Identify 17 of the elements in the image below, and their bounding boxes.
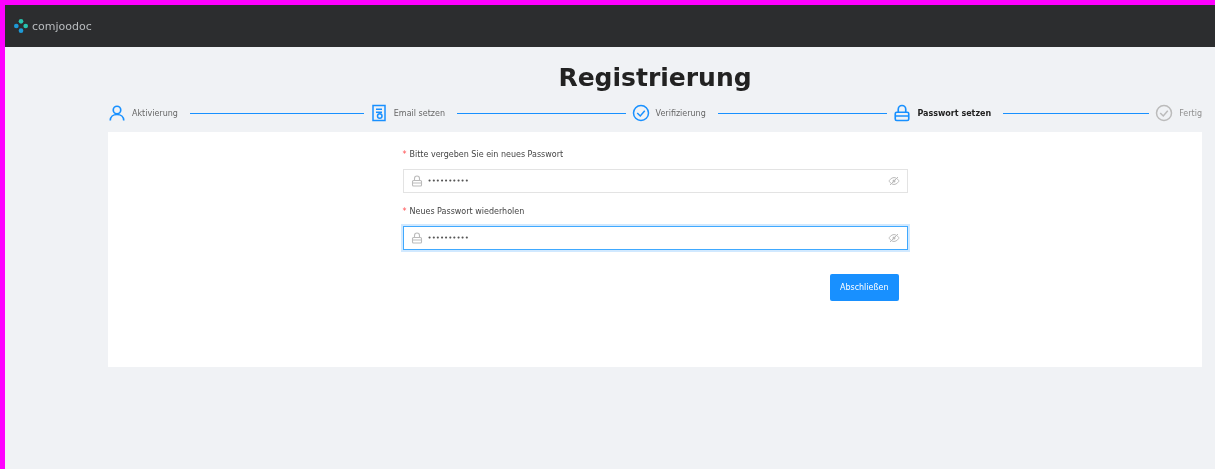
submit-button[interactable]: Abschließen: [829, 274, 899, 301]
brand-name: comjoodoc: [32, 19, 92, 33]
eye-slash-icon: [887, 175, 900, 187]
lock-icon: [410, 175, 423, 187]
lock-icon: [410, 232, 423, 244]
field-label: Neues Passwort wiederholen: [409, 207, 525, 216]
field-label: Bitte vergeben Sie ein neues Passwort: [409, 150, 564, 159]
required-mark: *: [402, 150, 407, 159]
eye-slash-icon: [887, 232, 900, 244]
step-label[interactable]: Passwort setzen: [917, 108, 992, 118]
logo-icon: [13, 18, 29, 34]
step-label[interactable]: Email setzen: [393, 108, 445, 118]
step-label[interactable]: Aktivierung: [132, 108, 178, 118]
step-label[interactable]: Verifizierung: [655, 108, 706, 118]
page-title: Registrierung: [558, 63, 752, 92]
required-mark: *: [402, 207, 407, 216]
step-label[interactable]: Fertig: [1179, 108, 1202, 118]
